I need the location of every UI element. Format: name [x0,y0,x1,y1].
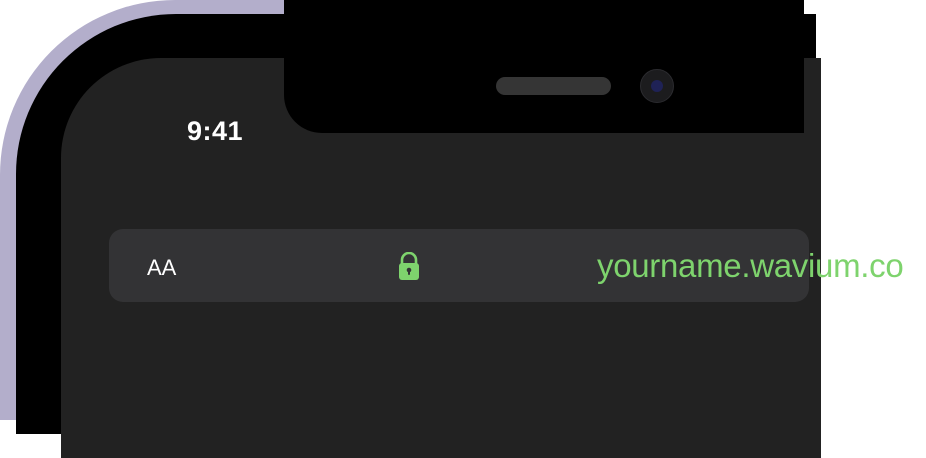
status-bar-time: 9:41 [187,116,244,146]
text-size-button[interactable]: AA [147,255,176,281]
notch [284,0,804,133]
speaker-grille [496,77,611,95]
lock-icon [397,251,421,282]
url-text[interactable]: yourname.wavium.co [597,246,904,286]
camera-lens [651,80,663,92]
front-camera [640,69,674,103]
